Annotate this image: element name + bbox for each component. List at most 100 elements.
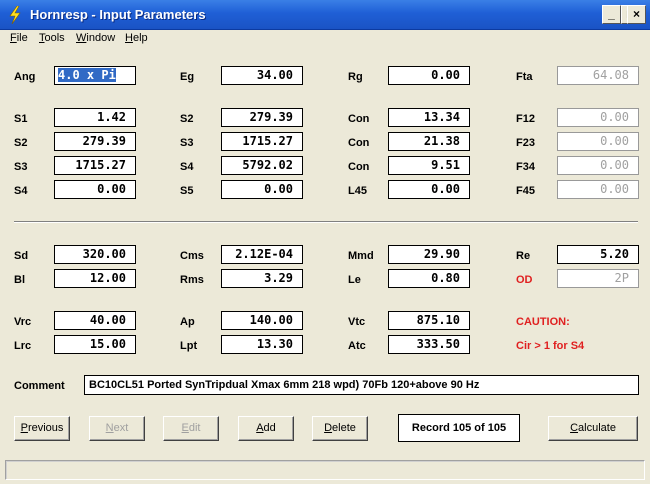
label-od: OD <box>516 274 533 286</box>
f34-field: 0.00 <box>557 156 639 175</box>
menu-tools[interactable]: Tools <box>39 32 65 44</box>
sd-field[interactable]: 320.00 <box>54 245 136 264</box>
label-s2-b: S2 <box>14 137 28 149</box>
label-ang: Ang <box>14 71 36 83</box>
title-bar: Hornresp - Input Parameters _ □ <box>0 0 650 30</box>
delete-button[interactable]: Delete <box>312 416 368 441</box>
label-atc: Atc <box>348 340 366 352</box>
next-label: ext <box>113 422 129 434</box>
add-label: dd <box>263 422 276 434</box>
label-mmd: Mmd <box>348 250 374 262</box>
rg-field[interactable]: 0.00 <box>388 66 470 85</box>
caution-title: CAUTION: <box>516 316 570 328</box>
menu-help-accel: H <box>125 32 133 44</box>
rms-field[interactable]: 3.29 <box>221 269 303 288</box>
previous-label: revious <box>27 422 64 434</box>
menu-file-label: ile <box>16 32 28 44</box>
label-s4: S4 <box>180 161 194 173</box>
f12-field: 0.00 <box>557 108 639 127</box>
s3-field[interactable]: 1715.27 <box>221 132 303 151</box>
menu-help[interactable]: Help <box>125 32 148 44</box>
calculate-label: alculate <box>578 422 616 434</box>
edit-button[interactable]: Edit <box>163 416 219 441</box>
menu-file[interactable]: File <box>10 32 28 44</box>
label-s3-b: S3 <box>14 161 28 173</box>
mmd-field[interactable]: 29.90 <box>388 245 470 264</box>
label-sd: Sd <box>14 250 29 262</box>
s2-field[interactable]: 279.39 <box>221 108 303 127</box>
label-s4-b: S4 <box>14 185 28 197</box>
fta-field: 64.08 <box>557 66 639 85</box>
lpt-field[interactable]: 13.30 <box>221 335 303 354</box>
add-button[interactable]: Add <box>238 416 294 441</box>
add-accel: A <box>256 422 264 434</box>
calculate-accel: C <box>570 422 579 434</box>
delete-accel: D <box>324 422 333 434</box>
re-field[interactable]: 5.20 <box>557 245 639 264</box>
vrc-field[interactable]: 40.00 <box>54 311 136 330</box>
label-comment: Comment <box>14 380 65 392</box>
label-f12: F12 <box>516 113 535 125</box>
menu-help-label: elp <box>132 32 148 44</box>
s4-b-field[interactable]: 0.00 <box>54 180 136 199</box>
label-f45: F45 <box>516 185 535 197</box>
cms-field[interactable]: 2.12E-04 <box>221 245 303 264</box>
label-s1: S1 <box>14 113 28 125</box>
atc-field[interactable]: 333.50 <box>388 335 470 354</box>
label-s5: S5 <box>180 185 194 197</box>
con-2-field[interactable]: 21.38 <box>388 132 470 151</box>
f23-field: 0.00 <box>557 132 639 151</box>
label-lpt: Lpt <box>180 340 198 352</box>
edit-accel: E <box>181 422 189 434</box>
s5-field[interactable]: 0.00 <box>221 180 303 199</box>
s2-b-field[interactable]: 279.39 <box>54 132 136 151</box>
ang-field[interactable]: 4.0 x Pi <box>54 66 136 85</box>
status-bar <box>5 460 645 480</box>
label-lrc: Lrc <box>14 340 32 352</box>
next-button[interactable]: Next <box>89 416 145 441</box>
caution-message: Cir > 1 for S4 <box>516 340 585 352</box>
l45-field[interactable]: 0.00 <box>388 180 470 199</box>
comment-field[interactable]: BC10CL51 Ported SynTripdual Xmax 6mm 218… <box>84 375 639 395</box>
menu-window-label: indow <box>86 32 116 44</box>
f45-field: 0.00 <box>557 180 639 199</box>
menu-window[interactable]: Window <box>76 32 115 44</box>
le-field[interactable]: 0.80 <box>388 269 470 288</box>
close-button[interactable]: × <box>627 5 646 24</box>
label-con-3: Con <box>348 161 370 173</box>
label-f23: F23 <box>516 137 535 149</box>
eg-field[interactable]: 34.00 <box>221 66 303 85</box>
label-vtc: Vtc <box>348 316 366 328</box>
label-vrc: Vrc <box>14 316 32 328</box>
calculate-button[interactable]: Calculate <box>548 416 638 441</box>
delete-label: elete <box>332 422 356 434</box>
s1-field[interactable]: 1.42 <box>54 108 136 127</box>
menu-window-accel: W <box>76 32 87 44</box>
bl-field[interactable]: 12.00 <box>54 269 136 288</box>
vtc-field[interactable]: 875.10 <box>388 311 470 330</box>
ap-field[interactable]: 140.00 <box>221 311 303 330</box>
label-le: Le <box>348 274 361 286</box>
window-title: Hornresp - Input Parameters <box>30 7 206 22</box>
menu-bar: File Tools Window Help <box>0 30 650 48</box>
lrc-field[interactable]: 15.00 <box>54 335 136 354</box>
menu-tools-label: ools <box>44 32 65 44</box>
edit-label: dit <box>188 422 201 434</box>
label-eg: Eg <box>180 71 195 83</box>
con-1-field[interactable]: 13.34 <box>388 108 470 127</box>
label-cms: Cms <box>180 250 204 262</box>
previous-button[interactable]: Previous <box>14 416 70 441</box>
con-3-field[interactable]: 9.51 <box>388 156 470 175</box>
label-rg: Rg <box>348 71 363 83</box>
next-accel: N <box>105 422 114 434</box>
minimize-button[interactable]: _ <box>602 5 621 24</box>
previous-accel: P <box>20 422 28 434</box>
lightning-icon <box>9 6 21 24</box>
label-s2: S2 <box>180 113 194 125</box>
section-divider <box>14 221 638 223</box>
menu-file-accel: F <box>10 32 17 44</box>
ang-value: 4.0 x Pi <box>58 68 116 82</box>
s4-field[interactable]: 5792.02 <box>221 156 303 175</box>
label-con-1: Con <box>348 113 370 125</box>
s3-b-field[interactable]: 1715.27 <box>54 156 136 175</box>
